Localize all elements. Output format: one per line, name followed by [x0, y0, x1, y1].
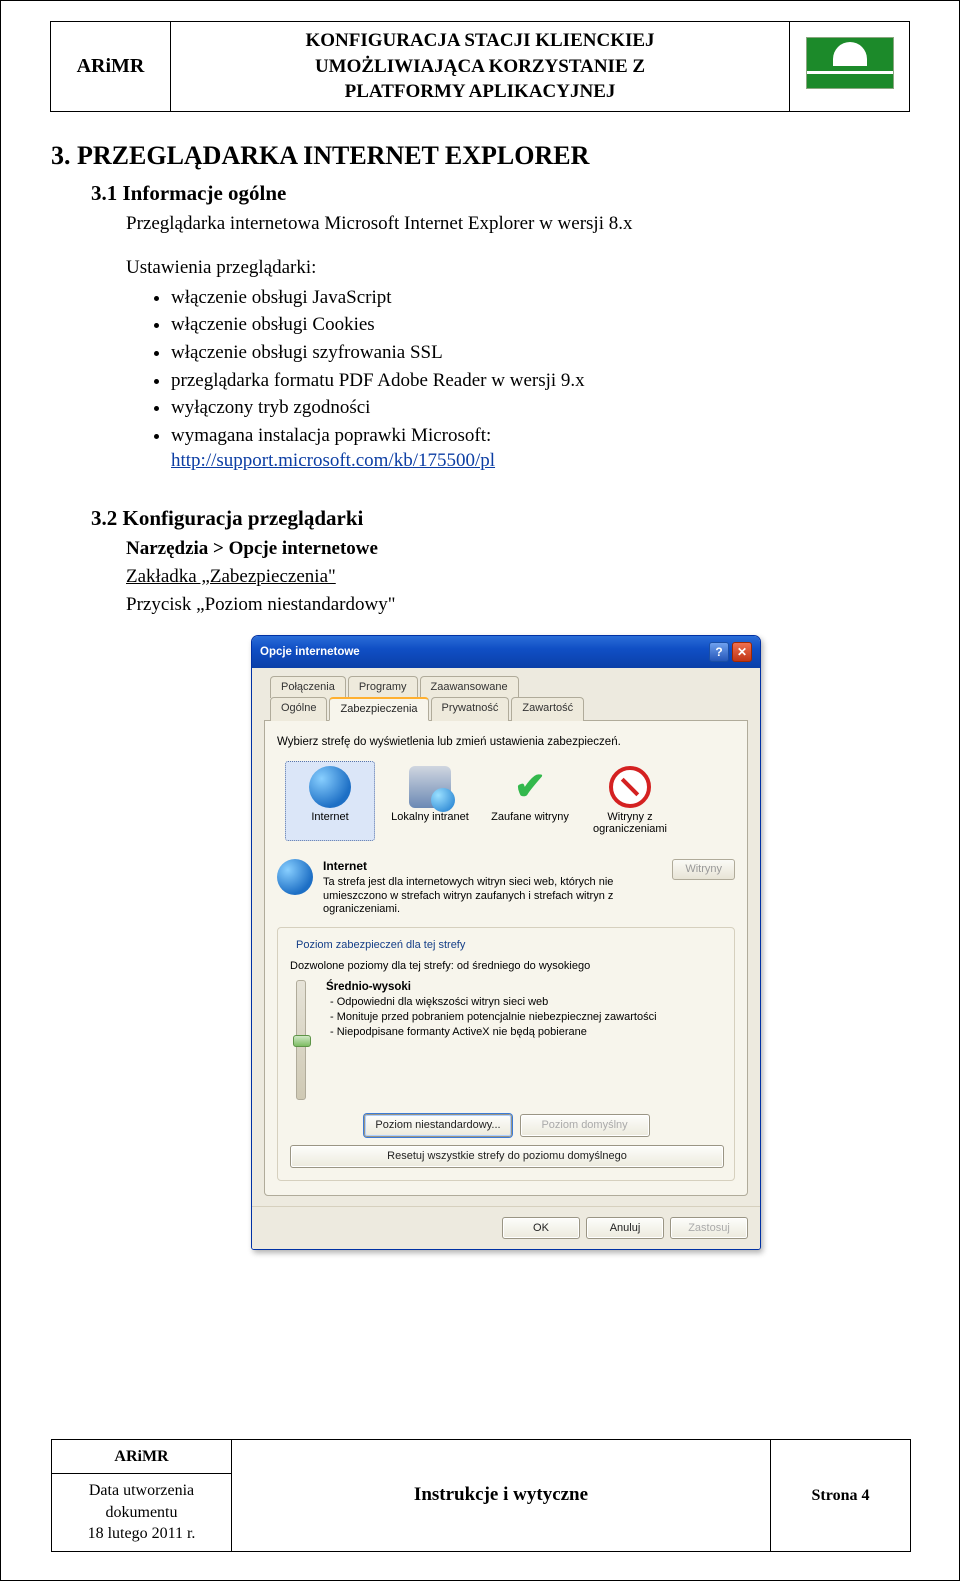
zone-trusted[interactable]: Zaufane witryny — [485, 761, 575, 841]
tab-content[interactable]: Zawartość — [511, 697, 584, 721]
globe-icon — [309, 766, 351, 808]
footer-page: Strona 4 — [771, 1439, 911, 1551]
ms-support-link[interactable]: http://support.microsoft.com/kb/175500/p… — [171, 450, 495, 471]
page-footer: ARiMR Instrukcje i wytyczne Strona 4 Dat… — [51, 1439, 911, 1552]
nav-path: Narzędzia > Opcje internetowe — [126, 536, 909, 562]
reset-all-zones-button[interactable]: Resetuj wszystkie strefy do poziomu domy… — [290, 1145, 724, 1168]
header-org: ARiMR — [51, 22, 171, 112]
list-item: włączenie obsługi szyfrowania SSL — [171, 340, 909, 366]
security-panel: Wybierz strefę do wyświetlenia lub zmień… — [264, 720, 748, 1195]
checkmark-icon — [509, 766, 551, 808]
default-level-button[interactable]: Poziom domyślny — [520, 1114, 650, 1137]
close-icon[interactable]: ✕ — [732, 642, 752, 662]
zone-desc: Ta strefa jest dla internetowych witryn … — [323, 876, 613, 916]
zone-prompt: Wybierz strefę do wyświetlenia lub zmień… — [277, 735, 735, 751]
dialog-titlebar: Opcje internetowe ? ✕ — [252, 636, 760, 668]
zone-name: Internet — [323, 859, 662, 874]
cancel-button[interactable]: Anuluj — [586, 1217, 664, 1240]
tab-general[interactable]: Ogólne — [270, 697, 327, 721]
level-slider[interactable] — [290, 980, 312, 1100]
internet-options-dialog: Opcje internetowe ? ✕ Połączenia Program… — [251, 635, 761, 1250]
zone-restricted[interactable]: Witryny z ograniczeniami — [585, 761, 675, 841]
zone-intranet[interactable]: Lokalny intranet — [385, 761, 475, 841]
tab-programs[interactable]: Programy — [348, 676, 418, 698]
level-fieldset: Poziom zabezpieczeń dla tej strefy Dozwo… — [277, 927, 735, 1180]
list-item: włączenie obsługi Cookies — [171, 312, 909, 338]
header-logo-cell: ARiMR — [790, 22, 910, 112]
footer-center: Instrukcje i wytyczne — [232, 1439, 771, 1551]
ok-button[interactable]: OK — [502, 1217, 580, 1240]
list-item: wymagana instalacja poprawki Microsoft: … — [171, 423, 909, 474]
globe-icon — [277, 859, 313, 895]
tab-connections[interactable]: Połączenia — [270, 676, 346, 698]
button-desc: Przycisk „Poziom niestandardowy" — [126, 592, 909, 618]
custom-level-button[interactable]: Poziom niestandardowy... — [364, 1114, 511, 1137]
restricted-icon — [609, 766, 651, 808]
level-legend: Poziom zabezpieczeń dla tej strefy — [292, 938, 469, 953]
page-header: ARiMR KONFIGURACJA STACJI KLIENCKIEJ UMO… — [50, 21, 910, 112]
settings-label: Ustawienia przeglądarki: — [126, 255, 909, 281]
sites-button[interactable]: Witryny — [672, 859, 735, 880]
apply-button[interactable]: Zastosuj — [670, 1217, 748, 1240]
heading-section-3-1: 3.1 Informacje ogólne — [91, 179, 909, 207]
zone-list: Internet Lokalny intranet Zaufane witryn… — [285, 761, 735, 841]
footer-org: ARiMR — [52, 1439, 232, 1474]
zone-internet[interactable]: Internet — [285, 761, 375, 841]
help-icon[interactable]: ? — [709, 642, 729, 662]
zone-detail: Internet Ta strefa jest dla internetowyc… — [277, 859, 735, 917]
list-item: wyłączony tryb zgodności — [171, 395, 909, 421]
intranet-icon — [409, 766, 451, 808]
tab-security[interactable]: Zabezpieczenia — [329, 697, 428, 721]
settings-list: włączenie obsługi JavaScript włączenie o… — [171, 285, 909, 474]
intro-text: Przeglądarka internetowa Microsoft Inter… — [126, 211, 909, 237]
arimr-logo-icon: ARiMR — [806, 37, 894, 89]
tab-advanced[interactable]: Zaawansowane — [420, 676, 519, 698]
footer-date: Data utworzenia dokumentu 18 lutego 2011… — [52, 1474, 232, 1552]
heading-section-3: 3. PRZEGLĄDARKA INTERNET EXPLORER — [51, 138, 909, 173]
heading-section-3-2: 3.2 Konfiguracja przeglądarki — [91, 504, 909, 532]
tab-desc: Zakładka „Zabezpieczenia" — [126, 564, 909, 590]
level-description: Średnio-wysoki - Odpowiedni dla większoś… — [326, 980, 657, 1100]
level-allowed: Dozwolone poziomy dla tej strefy: od śre… — [290, 959, 724, 974]
header-title: KONFIGURACJA STACJI KLIENCKIEJ UMOŻLIWIA… — [171, 22, 790, 112]
dialog-title: Opcje internetowe — [260, 645, 360, 661]
list-item: przeglądarka formatu PDF Adobe Reader w … — [171, 368, 909, 394]
list-item: włączenie obsługi JavaScript — [171, 285, 909, 311]
tab-privacy[interactable]: Prywatność — [431, 697, 510, 721]
